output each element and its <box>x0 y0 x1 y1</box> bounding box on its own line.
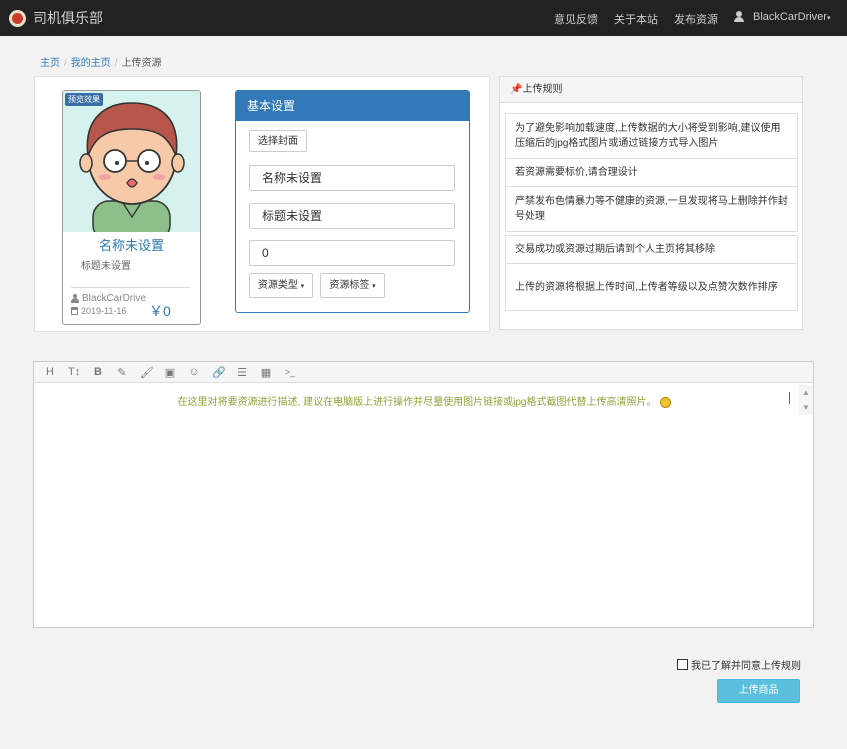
resource-type-label: 资源类型 <box>257 280 298 291</box>
brand-logo-icon <box>9 9 26 27</box>
agree-rules[interactable]: 我已了解并同意上传规则 <box>677 657 801 672</box>
text-cursor <box>789 392 790 404</box>
brand-link[interactable]: 司机俱乐部 <box>9 8 103 28</box>
bold-icon[interactable]: B <box>92 366 104 378</box>
title-input[interactable]: 标题未设置 <box>249 203 455 229</box>
upload-submit-button[interactable]: 上传商品 <box>717 679 800 703</box>
preview-card: 预览效果 名称未设置 标题未设置 BlackCarDrive 2019-11-1… <box>62 90 201 325</box>
scroll-down-icon[interactable]: ▼ <box>799 400 813 415</box>
caret-down-icon: ▾ <box>300 283 305 290</box>
description-editor[interactable]: H T↕ B ✎ 🖌 ▣ ☺ 🔗 ☰ ▦ >_ 在这里对将要资源进行描述, 建议… <box>33 361 814 628</box>
calendar-icon <box>71 307 78 315</box>
card-divider <box>71 287 190 288</box>
preview-subtitle: 标题未设置 <box>81 261 131 272</box>
rule-item: 上传的资源将根据上传时间,上传者等级以及点赞次数作排序 <box>505 263 798 311</box>
brand-name: 司机俱乐部 <box>33 10 103 26</box>
worried-emoji-icon <box>660 396 672 408</box>
align-icon[interactable]: ☰ <box>236 366 248 379</box>
breadcrumb-current: 上传资源 <box>121 58 162 69</box>
breadcrumb-my-page[interactable]: 我的主页 <box>71 58 111 69</box>
preview-author: BlackCarDrive <box>71 293 146 304</box>
top-navbar: 司机俱乐部 意见反馈 关于本站 发布资源 BlackCarDriver▾ <box>0 0 847 36</box>
upload-rules-title: 上传规则 <box>522 84 563 95</box>
emoji-icon[interactable]: ☺ <box>188 366 200 378</box>
basic-settings-title: 基本设置 <box>236 91 469 121</box>
basic-settings-panel: 基本设置 选择封面 名称未设置 标题未设置 0 资源类型 ▾ 资源标签 ▾ <box>235 90 470 313</box>
nav-publish-link[interactable]: 发布资源 <box>674 11 718 27</box>
rule-item: 若资源需要标价,请合理设计 <box>505 158 798 187</box>
rule-item: 严禁发布色情暴力等不健康的资源,一旦发现将马上删除并作封号处理 <box>505 186 798 232</box>
agree-label: 我已了解并同意上传规则 <box>691 661 801 672</box>
choose-cover-button[interactable]: 选择封面 <box>249 130 307 152</box>
text-size-icon[interactable]: T↕ <box>68 366 80 378</box>
preview-author-name: BlackCarDrive <box>82 293 146 304</box>
agree-checkbox[interactable] <box>677 659 688 670</box>
user-menu-dropdown[interactable]: BlackCarDriver▾ <box>753 11 830 23</box>
resource-type-dropdown[interactable]: 资源类型 ▾ <box>249 273 313 298</box>
breadcrumb-home[interactable]: 主页 <box>40 58 60 69</box>
preview-name: 名称未设置 <box>98 238 164 253</box>
preview-date: 2019-11-16 <box>71 306 126 316</box>
editor-placeholder: 在这里对将要资源进行描述, 建议在电脑版上进行操作并尽量使用图片链接或jpg格式… <box>34 393 815 408</box>
cartoon-avatar-icon <box>79 102 185 242</box>
heading-icon[interactable]: H <box>44 366 56 378</box>
image-icon[interactable]: ▣ <box>164 366 176 379</box>
preview-price: ￥0 <box>149 303 171 319</box>
author-icon <box>71 294 79 303</box>
cover-image: 预览效果 <box>63 91 200 242</box>
caret-down-icon: ▾ <box>372 283 376 290</box>
editor-toolbar: H T↕ B ✎ 🖌 ▣ ☺ 🔗 ☰ ▦ >_ <box>34 362 813 383</box>
editor-placeholder-text: 在这里对将要资源进行描述, 建议在电脑版上进行操作并尽量使用图片链接或jpg格式… <box>177 397 657 408</box>
breadcrumb: 主页 / 我的主页 / 上传资源 <box>40 58 162 69</box>
code-icon[interactable]: >_ <box>284 367 296 377</box>
nav-about-link[interactable]: 关于本站 <box>614 11 658 27</box>
user-icon <box>734 11 744 22</box>
link-icon[interactable]: 🔗 <box>212 366 226 379</box>
scroll-up-icon[interactable]: ▲ <box>799 385 813 400</box>
pen-icon[interactable]: ✎ <box>116 366 128 379</box>
resource-tag-label: 资源标签 <box>329 280 370 291</box>
rule-item: 交易成功或资源过期后请到个人主页将其移除 <box>505 235 798 264</box>
preview-date-text: 2019-11-16 <box>81 306 127 316</box>
caret-down-icon: ▾ <box>826 15 831 22</box>
nav-feedback-link[interactable]: 意见反馈 <box>554 11 598 27</box>
price-input[interactable]: 0 <box>249 240 455 266</box>
pin-icon: 📌 <box>510 84 523 95</box>
preview-badge: 预览效果 <box>65 93 103 106</box>
table-icon[interactable]: ▦ <box>260 366 272 379</box>
name-input[interactable]: 名称未设置 <box>249 165 455 191</box>
resource-tag-dropdown[interactable]: 资源标签 ▾ <box>320 273 385 298</box>
user-name: BlackCarDriver <box>753 11 827 23</box>
editor-scrollbar[interactable]: ▲ ▼ <box>799 385 813 415</box>
upload-rules-header: 📌上传规则 <box>500 77 802 103</box>
brush-icon[interactable]: 🖌 <box>140 366 154 379</box>
rule-item: 为了避免影响加载速度,上传数据的大小将受到影响,建议使用压缩后的jpg格式图片或… <box>505 113 798 159</box>
upload-rules-panel: 📌上传规则 为了避免影响加载速度,上传数据的大小将受到影响,建议使用压缩后的jp… <box>499 76 803 330</box>
